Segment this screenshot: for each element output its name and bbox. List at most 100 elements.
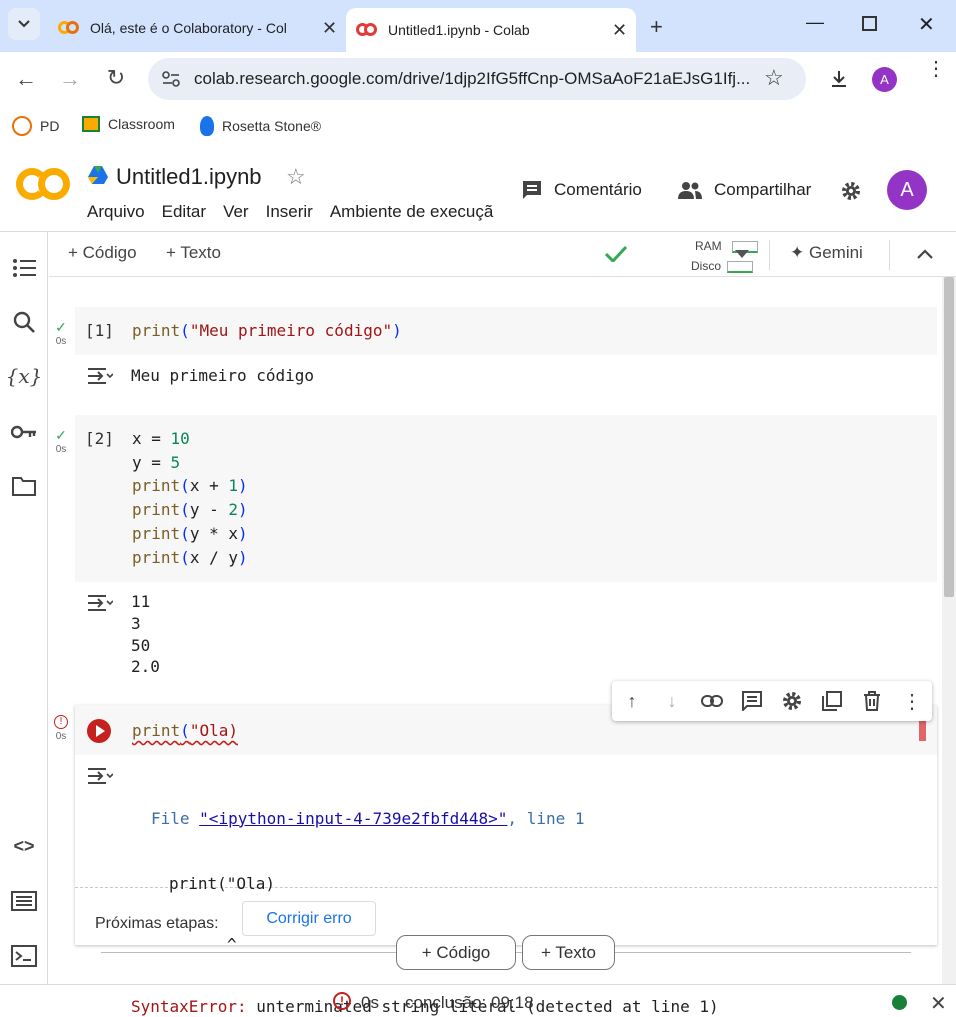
download-icon[interactable] <box>826 66 852 92</box>
status-bar: ! 0s conclusão: 09:18 ✕ <box>0 984 956 1017</box>
error-output: File "<ipython-input-4-739e2fbfd448>", l… <box>131 764 719 1017</box>
traceback-line: , line 1 <box>507 808 585 828</box>
maximize-icon[interactable] <box>862 16 877 31</box>
move-up-icon[interactable]: ↑ <box>620 689 644 713</box>
menu-ambiente[interactable]: Ambiente de execuçã <box>330 202 494 222</box>
code-block[interactable]: x = 10 y = 5 print(x + 1) print(y - 2) print… <box>132 427 248 569</box>
close-icon[interactable]: ✕ <box>612 20 627 41</box>
exec-time: 0s <box>55 731 67 742</box>
code-snippets-icon[interactable]: <> <box>10 832 38 860</box>
profile-avatar[interactable]: A <box>872 67 897 92</box>
bookmark-classroom[interactable]: Classroom <box>82 116 175 132</box>
menu-bar: Arquivo Editar Ver Inserir Ambiente de e… <box>87 202 499 222</box>
gemini-label: Gemini <box>808 243 863 262</box>
menu-ver[interactable]: Ver <box>223 202 249 222</box>
search-icon[interactable] <box>10 308 38 336</box>
fix-error-button[interactable]: Corrigir erro <box>242 901 376 936</box>
menu-arquivo[interactable]: Arquivo <box>87 202 145 222</box>
gear-icon[interactable] <box>840 180 862 202</box>
url-text: colab.research.google.com/drive/1djp2IfG… <box>194 69 751 88</box>
bookmarks-bar: PD Classroom Rosetta Stone® <box>0 106 956 146</box>
exec-count: [1] <box>85 321 114 340</box>
add-code-button[interactable]: + Código <box>68 243 137 263</box>
code-line[interactable]: print("Ola) <box>132 719 238 743</box>
bookmark-star-icon[interactable]: ☆ <box>764 65 784 91</box>
mirror-cell-icon[interactable] <box>820 689 844 713</box>
exec-count: [2] <box>85 429 114 448</box>
browser-menu-icon[interactable]: ⋮ <box>926 59 946 79</box>
share-button[interactable]: Compartilhar <box>678 180 811 200</box>
cell-run-status: ✓ 0s <box>53 319 69 347</box>
output-line: 3 <box>131 613 141 633</box>
back-arrow-icon[interactable]: ← <box>14 66 38 91</box>
table-of-contents-icon[interactable] <box>10 254 38 282</box>
share-label: Compartilhar <box>714 180 812 199</box>
terminal-icon[interactable] <box>10 942 38 970</box>
close-icon[interactable]: ✕ <box>930 991 947 1016</box>
output-actions-icon[interactable] <box>87 365 113 387</box>
link-icon[interactable] <box>700 689 724 713</box>
reload-icon[interactable]: ↻ <box>104 65 128 90</box>
tab-search-button[interactable] <box>8 8 40 40</box>
menu-inserir[interactable]: Inserir <box>266 202 313 222</box>
colab-favicon-icon <box>356 23 378 37</box>
bookmark-pd[interactable]: PD <box>12 116 59 136</box>
output-actions-icon[interactable] <box>87 592 113 614</box>
move-down-icon[interactable]: ↓ <box>660 689 684 713</box>
window-close-icon[interactable]: ✕ <box>918 12 935 37</box>
key-icon[interactable] <box>10 418 38 446</box>
tab-untitled1[interactable]: Untitled1.ipynb - Colab ✕ <box>346 8 636 52</box>
output-actions-icon[interactable] <box>87 765 113 787</box>
add-text-button[interactable]: + Texto <box>166 243 221 263</box>
add-code-cell-button[interactable]: + Código <box>396 935 516 970</box>
cell-run-status: ! 0s <box>53 715 69 742</box>
avatar[interactable]: A <box>887 170 927 210</box>
tab-colab-welcome[interactable]: Olá, este é o Colaboratory - Col ✕ <box>48 8 338 48</box>
traceback-file-link[interactable]: "<ipython-input-4-739e2fbfd448>" <box>199 809 507 828</box>
bookmark-rosetta[interactable]: Rosetta Stone® <box>200 116 321 136</box>
menu-editar[interactable]: Editar <box>162 202 206 222</box>
gear-icon[interactable] <box>780 689 804 713</box>
add-text-cell-button[interactable]: + Texto <box>522 935 615 970</box>
folder-icon[interactable] <box>10 472 38 500</box>
run-cell-button[interactable] <box>87 719 111 743</box>
forward-arrow-icon[interactable]: → <box>58 66 82 91</box>
notebook-area: ✓ 0s [1] print("Meu primeiro código") Meu… <box>49 277 942 1016</box>
comment-label: Comentário <box>554 180 642 199</box>
star-icon[interactable]: ☆ <box>286 164 306 190</box>
minimize-icon[interactable]: — <box>806 12 824 33</box>
people-icon <box>678 182 702 199</box>
more-options-icon[interactable]: ⋮ <box>900 689 924 713</box>
omnibox[interactable]: colab.research.google.com/drive/1djp2IfG… <box>148 58 806 100</box>
output-line: 50 <box>131 635 151 655</box>
classroom-icon <box>82 116 100 132</box>
command-palette-icon[interactable] <box>10 887 38 915</box>
site-settings-icon[interactable] <box>162 71 180 87</box>
variables-icon[interactable]: {x} <box>6 362 43 390</box>
notebook-title[interactable]: Untitled1.ipynb <box>116 164 262 190</box>
traceback-source: print("Ola) <box>169 873 275 893</box>
bookmark-label: Classroom <box>108 116 175 132</box>
close-icon[interactable]: ✕ <box>322 18 337 39</box>
robot-icon <box>12 116 32 136</box>
error-icon: ! <box>54 715 68 729</box>
gemini-button[interactable]: ✦ Gemini <box>790 243 863 263</box>
colab-favicon-icon <box>58 21 80 35</box>
exec-time: 0s <box>55 444 67 455</box>
cell-toolbar: ↑ ↓ ⋮ <box>612 681 932 721</box>
colab-header: Untitled1.ipynb ☆ Arquivo Editar Ver Ins… <box>0 146 956 232</box>
comment-button[interactable]: Comentário <box>522 180 642 200</box>
runtime-dropdown-icon[interactable] <box>735 250 749 259</box>
new-tab-icon[interactable]: + <box>650 14 663 40</box>
cell-output: Meu primeiro código <box>131 366 315 385</box>
colab-logo[interactable] <box>16 168 70 204</box>
delete-icon[interactable] <box>860 689 884 713</box>
rosetta-icon <box>200 116 214 136</box>
code-line[interactable]: print("Meu primeiro código") <box>132 319 402 343</box>
drive-icon <box>88 166 108 184</box>
scrollbar-thumb[interactable] <box>944 277 954 597</box>
error-icon: ! <box>333 992 351 1010</box>
chevron-up-icon[interactable] <box>917 249 933 259</box>
check-icon: ✓ <box>55 319 67 335</box>
comment-icon[interactable] <box>740 689 764 713</box>
